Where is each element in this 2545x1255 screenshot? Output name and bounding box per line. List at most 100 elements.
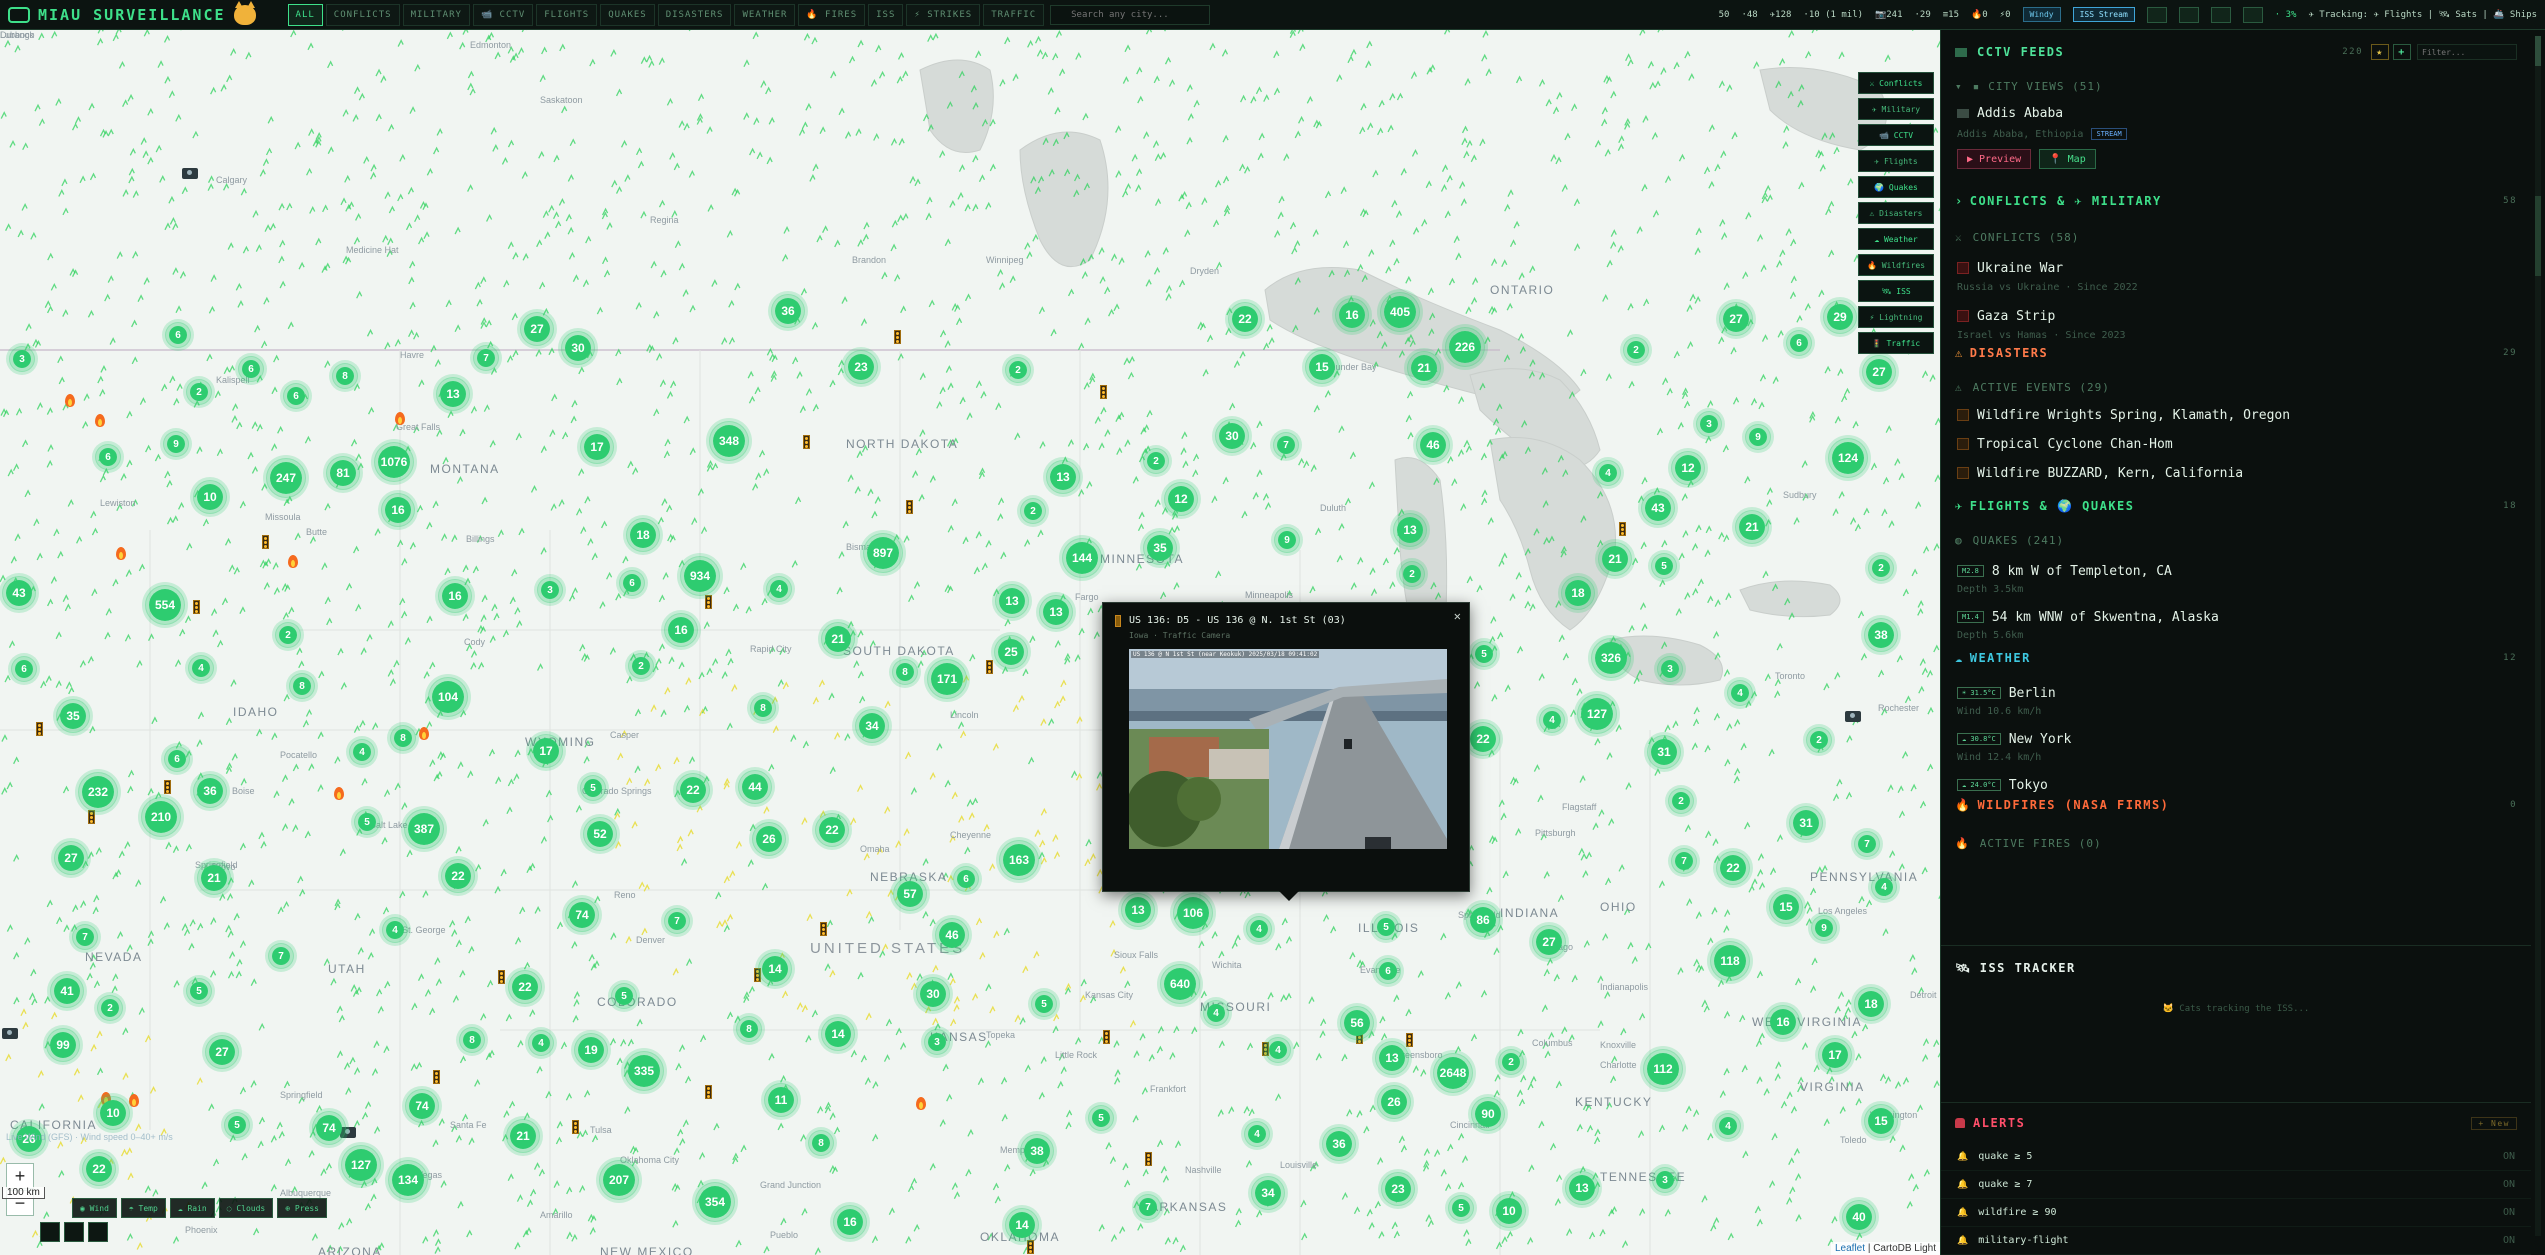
layer-tab[interactable]: FLIGHTS [536, 3, 598, 26]
weather-item[interactable]: ☀ 31.5°C Berlin [1941, 682, 2531, 704]
marker-cluster[interactable]: 99 [46, 1028, 80, 1062]
conflicts-header[interactable]: › CONFLICTS & ✈ MILITARY 58 [1941, 187, 2531, 215]
marker-cluster[interactable]: 8 [459, 1027, 485, 1053]
marker-cluster[interactable]: 7 [1854, 831, 1880, 857]
marker-cluster[interactable]: 2 [1005, 357, 1031, 383]
marker-cluster[interactable]: 16 [833, 1205, 867, 1239]
traffic-light-marker[interactable] [986, 660, 993, 674]
marker-cluster[interactable]: 3 [1652, 1167, 1678, 1193]
marker-cluster[interactable]: 90 [1471, 1097, 1505, 1131]
marker-cluster[interactable]: 22 [508, 970, 542, 1004]
marker-cluster[interactable]: 4 [1871, 874, 1897, 900]
marker-cluster[interactable]: 2 [1498, 1049, 1524, 1075]
wildfire-marker[interactable] [333, 785, 345, 801]
weather-overlay-button[interactable]: ☁ Rain [169, 1198, 215, 1218]
marker-cluster[interactable]: 9 [1745, 424, 1771, 450]
marker-cluster[interactable]: 934 [680, 556, 720, 596]
marker-cluster[interactable]: 7 [1135, 1194, 1161, 1220]
marker-cluster[interactable]: 232 [78, 772, 118, 812]
conflict-item[interactable]: Gaza Strip [1941, 305, 2531, 327]
marker-cluster[interactable]: 7 [72, 924, 98, 950]
marker-cluster[interactable]: 2 [1623, 337, 1649, 363]
layer-tab[interactable]: WEATHER [734, 3, 796, 26]
wildfire-marker[interactable] [394, 410, 406, 426]
preview-button[interactable]: ▶ Preview [1957, 149, 2032, 169]
marker-cluster[interactable]: 13 [1393, 513, 1427, 547]
marker-cluster[interactable]: 21 [197, 861, 231, 895]
layer-tab[interactable]: 📹 CCTV [472, 3, 534, 26]
layer-toggle[interactable]: ⚡ Lightning [1858, 306, 1934, 328]
cctv-header[interactable]: CCTV FEEDS 220 ★ + [1941, 38, 2531, 66]
marker-cluster[interactable]: 34 [855, 709, 889, 743]
marker-cluster[interactable]: 36 [771, 294, 805, 328]
weather-overlay-button[interactable]: ☂ Temp [120, 1198, 166, 1218]
wildfire-marker[interactable] [287, 553, 299, 569]
marker-cluster[interactable]: 13 [1039, 595, 1073, 629]
marker-cluster[interactable]: 4 [1727, 680, 1753, 706]
marker-cluster[interactable]: 22 [676, 773, 710, 807]
marker-cluster[interactable]: 6 [11, 656, 37, 682]
marker-cluster[interactable]: 2 [186, 379, 212, 405]
marker-cluster[interactable]: 5 [354, 809, 380, 835]
layer-tab[interactable]: TRAFFIC [983, 3, 1045, 26]
wildfire-marker[interactable] [418, 725, 430, 741]
marker-cluster[interactable]: 7 [268, 943, 294, 969]
conflicts-section[interactable]: ⚔ CONFLICTS (58) [1941, 227, 2531, 247]
marker-cluster[interactable]: 8 [736, 1016, 762, 1042]
marker-cluster[interactable]: 22 [441, 859, 475, 893]
marker-cluster[interactable]: 5 [1448, 1195, 1474, 1221]
marker-cluster[interactable]: 112 [1643, 1049, 1683, 1089]
marker-cluster[interactable]: 35 [1143, 531, 1177, 565]
layer-toggle[interactable]: ✈ Flights [1858, 150, 1934, 172]
layer-tab[interactable]: ⚡ STRIKES [906, 3, 981, 26]
marker-cluster[interactable]: 7 [1273, 432, 1299, 458]
traffic-light-marker[interactable] [1100, 385, 1107, 399]
marker-cluster[interactable]: 36 [1322, 1127, 1356, 1161]
marker-cluster[interactable]: 46 [935, 918, 969, 952]
cctv-camera-marker[interactable] [1845, 711, 1861, 722]
marker-cluster[interactable]: 8 [390, 725, 416, 751]
marker-cluster[interactable]: 127 [341, 1145, 381, 1185]
layer-tab[interactable]: 🔥 FIRES [798, 3, 866, 26]
marker-cluster[interactable]: 27 [1719, 302, 1753, 336]
marker-cluster[interactable]: 4 [1265, 1037, 1291, 1063]
marker-cluster[interactable]: 7 [473, 345, 499, 371]
marker-cluster[interactable]: 30 [561, 331, 595, 365]
marker-cluster[interactable]: 22 [815, 813, 849, 847]
marker-cluster[interactable]: 16 [1766, 1005, 1800, 1039]
conflict-item[interactable]: Ukraine War [1941, 257, 2531, 279]
alert-item[interactable]: 🔔 quake ≥ 5 ON [1941, 1143, 2531, 1171]
marker-cluster[interactable]: 2 [1020, 498, 1046, 524]
layer-tab[interactable]: ALL [287, 3, 323, 26]
marker-cluster[interactable]: 23 [1381, 1172, 1415, 1206]
marker-cluster[interactable]: 2 [1143, 448, 1169, 474]
marker-cluster[interactable]: 21 [1598, 542, 1632, 576]
marker-cluster[interactable]: 10 [1492, 1194, 1526, 1228]
marker-cluster[interactable]: 27 [520, 312, 554, 346]
marker-cluster[interactable]: 26 [1377, 1085, 1411, 1119]
marker-cluster[interactable]: 6 [95, 444, 121, 470]
marker-cluster[interactable]: 18 [626, 518, 660, 552]
marker-cluster[interactable]: 74 [565, 898, 599, 932]
quake-item[interactable]: M1.4 54 km WNW of Skwentna, Alaska [1941, 606, 2531, 628]
marker-cluster[interactable]: 4 [188, 655, 214, 681]
marker-cluster[interactable]: 12 [1164, 482, 1198, 516]
marker-cluster[interactable]: 17 [1818, 1038, 1852, 1072]
marker-cluster[interactable]: 3 [924, 1029, 950, 1055]
zoom-in-button[interactable]: + [6, 1163, 34, 1189]
marker-cluster[interactable]: 16 [381, 493, 415, 527]
traffic-light-marker[interactable] [262, 535, 269, 549]
layer-tab[interactable]: ISS [868, 3, 904, 26]
cctv-camera-marker[interactable] [182, 168, 198, 179]
marker-cluster[interactable]: 40 [1842, 1200, 1876, 1234]
marker-cluster[interactable]: 104 [428, 677, 468, 717]
marker-cluster[interactable]: 127 [1577, 694, 1617, 734]
traffic-light-marker[interactable] [1619, 522, 1626, 536]
weather-item[interactable]: ☁ 30.8°C New York [1941, 728, 2531, 750]
marker-cluster[interactable]: 23 [844, 350, 878, 384]
disaster-item[interactable]: Tropical Cyclone Chan-Hom [1941, 433, 2531, 455]
active-events-section[interactable]: ⚠ ACTIVE EVENTS (29) [1941, 377, 2531, 397]
weather-overlay-button[interactable]: ⊕ Press [277, 1198, 327, 1218]
marker-cluster[interactable]: 21 [821, 622, 855, 656]
marker-cluster[interactable]: 16 [438, 579, 472, 613]
